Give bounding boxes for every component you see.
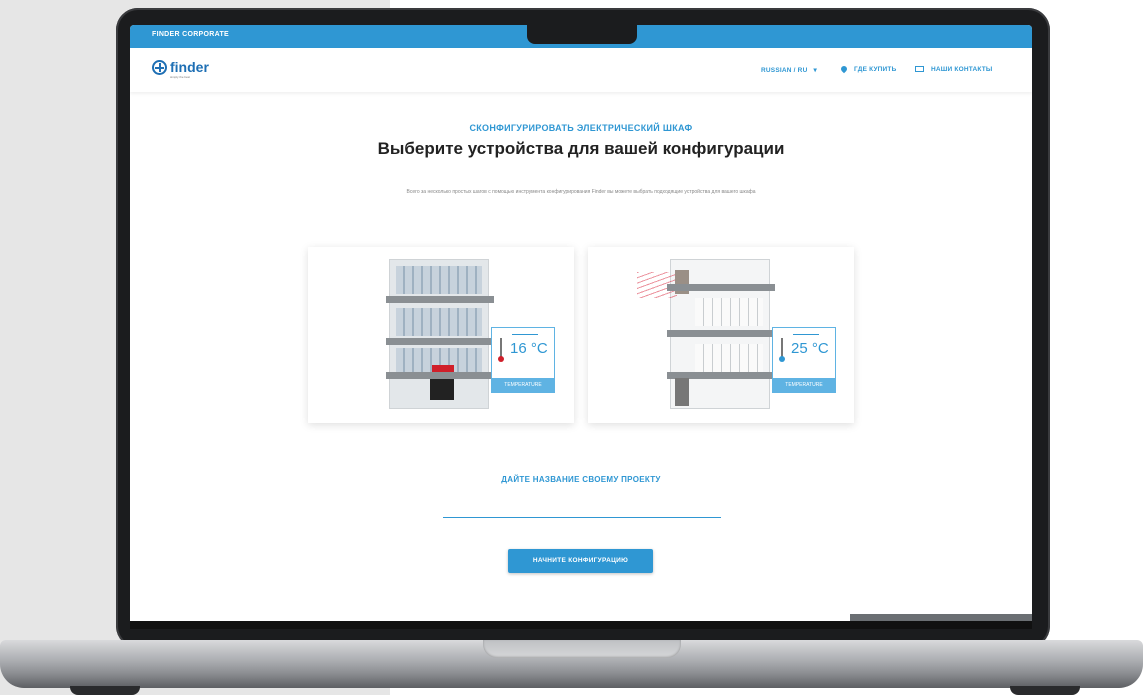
contacts-link[interactable]: НАШИ КОНТАКТЫ <box>915 66 992 73</box>
thermometer-icon <box>498 338 504 362</box>
page-pretitle: СКОНФИГУРИРОВАТЬ ЭЛЕКТРИЧЕСКИЙ ШКАФ <box>469 123 693 133</box>
cabinet-image <box>386 259 494 409</box>
temperature-label: TEMPERATURE <box>773 378 835 392</box>
laptop-foot <box>1010 686 1080 695</box>
thermometer-icon <box>779 338 785 362</box>
thermostat-device <box>430 378 454 400</box>
page-description: Всего за несколько простых шагов с помощ… <box>406 189 756 195</box>
temperature-label: TEMPERATURE <box>492 378 554 392</box>
taskbar-strip <box>850 614 1032 621</box>
option-card-cold[interactable]: 16 °C TEMPERATURE <box>308 247 574 423</box>
thermostat-switch-icon <box>793 334 819 335</box>
temperature-badge: 16 °C TEMPERATURE <box>491 327 555 393</box>
language-selector[interactable]: RUSSIAN / RU ▾ <box>761 66 817 74</box>
location-pin-icon <box>839 64 849 74</box>
cabinet-image <box>637 259 775 409</box>
temperature-badge: 25 °C TEMPERATURE <box>772 327 836 393</box>
screen-bezel-bottom <box>130 621 1032 629</box>
temperature-value: 25 °C <box>791 340 829 357</box>
din-rail <box>667 330 775 337</box>
temperature-value: 16 °C <box>510 340 548 357</box>
screen: FINDER CORPORATE finder simply the best … <box>130 25 1032 621</box>
din-rail <box>386 296 494 303</box>
camera-notch <box>527 12 637 44</box>
project-name-label: ДАЙТЕ НАЗВАНИЕ СВОЕМУ ПРОЕКТУ <box>501 475 661 484</box>
language-label: RUSSIAN / RU <box>761 67 808 74</box>
corporate-link[interactable]: FINDER CORPORATE <box>152 31 229 38</box>
project-name-input[interactable] <box>443 501 721 518</box>
contacts-label: НАШИ КОНТАКТЫ <box>931 66 993 73</box>
start-configuration-button[interactable]: НАЧНИТЕ КОНФИГУРАЦИЮ <box>508 549 653 573</box>
thermostat-switch-icon <box>512 334 538 335</box>
device-row <box>396 308 482 336</box>
option-card-warm[interactable]: 25 °C TEMPERATURE <box>588 247 854 423</box>
din-rail <box>667 284 775 291</box>
laptop-foot <box>70 686 140 695</box>
site-header: finder simply the best RUSSIAN / RU ▾ ГД… <box>130 48 1032 92</box>
envelope-icon <box>915 66 924 72</box>
device-row <box>695 298 763 326</box>
where-to-buy-label: ГДЕ КУПИТЬ <box>854 66 897 73</box>
lid-opening-notch <box>483 640 681 658</box>
page-title: Выберите устройства для вашей конфигурац… <box>377 139 785 158</box>
chevron-down-icon: ▾ <box>813 67 817 74</box>
logo-tagline: simply the best <box>170 75 191 79</box>
filter-device <box>675 378 689 406</box>
din-rail <box>386 338 494 345</box>
din-rail <box>386 372 494 379</box>
finder-logo-icon <box>152 60 167 75</box>
device-row <box>396 266 482 294</box>
device-row <box>695 344 763 372</box>
where-to-buy-link[interactable]: ГДЕ КУПИТЬ <box>839 64 897 74</box>
logo-text: finder <box>170 59 209 75</box>
